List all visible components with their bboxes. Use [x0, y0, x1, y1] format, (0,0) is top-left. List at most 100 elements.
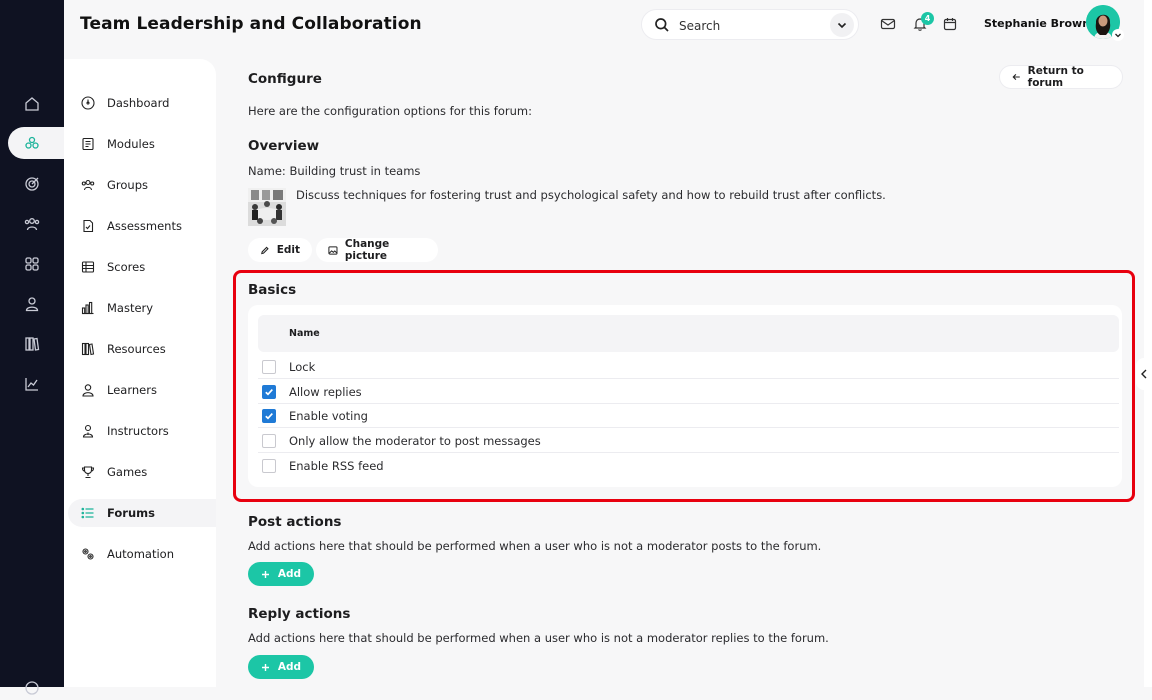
- pencil-icon: [261, 246, 269, 254]
- groups-icon: [80, 177, 96, 193]
- change-picture-label: Change picture: [344, 238, 390, 262]
- course-sidebar: Dashboard Modules Groups Assessments Sco…: [64, 59, 216, 687]
- edit-label: Edit: [276, 244, 300, 256]
- table-row: Allow replies: [258, 380, 1119, 404]
- option-label: Lock: [289, 360, 316, 374]
- enable-voting-checkbox[interactable]: [262, 409, 276, 423]
- sidebar-item-mastery[interactable]: Mastery: [68, 294, 216, 322]
- add-label: Add: [277, 568, 302, 580]
- sidebar-item-modules[interactable]: Modules: [68, 130, 216, 158]
- return-to-forum-label: Return to forum: [1027, 65, 1084, 89]
- sidebar-item-label: Scores: [107, 260, 146, 274]
- option-label: Enable voting: [289, 409, 368, 423]
- plus-icon: [261, 570, 269, 578]
- automation-icon: [80, 546, 96, 562]
- moderator-only-checkbox[interactable]: [262, 434, 276, 448]
- sidebar-item-learners[interactable]: Learners: [68, 376, 216, 404]
- post-actions-heading: Post actions: [248, 514, 342, 530]
- basics-heading: Basics: [248, 282, 297, 298]
- allow-replies-checkbox[interactable]: [262, 385, 276, 399]
- chart-line-icon[interactable]: [20, 372, 44, 396]
- check-icon: [265, 389, 273, 396]
- edit-button[interactable]: Edit: [248, 238, 312, 262]
- reply-actions-heading: Reply actions: [248, 606, 351, 622]
- sidebar-item-forums[interactable]: Forums: [68, 499, 216, 527]
- modules-icon: [80, 136, 96, 152]
- option-label: Only allow the moderator to post message…: [289, 434, 541, 448]
- lock-checkbox[interactable]: [262, 360, 276, 374]
- sidebar-item-scores[interactable]: Scores: [68, 253, 216, 281]
- page-title: Team Leadership and Collaboration: [80, 14, 422, 34]
- image-icon: [328, 245, 338, 255]
- person-icon[interactable]: [20, 292, 44, 316]
- return-to-forum-button[interactable]: Return to forum: [999, 65, 1123, 89]
- learners-icon: [80, 382, 96, 398]
- help-icon[interactable]: [20, 676, 44, 700]
- reply-actions-description: Add actions here that should be performe…: [248, 631, 829, 645]
- sidebar-item-label: Instructors: [107, 424, 169, 438]
- people-icon[interactable]: [20, 212, 44, 236]
- grid-icon[interactable]: [20, 252, 44, 276]
- add-post-action-button[interactable]: Add: [248, 562, 314, 586]
- sidebar-item-label: Groups: [107, 178, 149, 192]
- library-icon[interactable]: [20, 332, 44, 356]
- add-reply-action-button[interactable]: Add: [248, 655, 314, 679]
- avatar-dropdown-icon[interactable]: [1112, 29, 1124, 41]
- option-label: Allow replies: [289, 385, 362, 399]
- sidebar-item-groups[interactable]: Groups: [68, 171, 216, 199]
- sidebar-item-label: Assessments: [107, 219, 182, 233]
- sidebar-item-instructors[interactable]: Instructors: [68, 417, 216, 445]
- sidebar-item-label: Learners: [107, 383, 157, 397]
- scores-icon: [80, 259, 96, 275]
- chevron-left-icon: [1141, 369, 1147, 379]
- sidebar-item-label: Games: [107, 465, 148, 479]
- check-icon: [265, 413, 273, 420]
- search-bar[interactable]: [641, 9, 859, 40]
- sidebar-item-label: Modules: [107, 137, 155, 151]
- mail-icon[interactable]: [880, 16, 896, 32]
- forum-description: Discuss techniques for fostering trust a…: [296, 188, 886, 202]
- arrow-left-icon: [1012, 74, 1020, 80]
- option-label: Enable RSS feed: [289, 459, 384, 473]
- post-actions-description: Add actions here that should be performe…: [248, 539, 822, 553]
- right-edge: [1144, 0, 1152, 687]
- sidebar-item-label: Mastery: [107, 301, 154, 315]
- table-row: Enable RSS feed: [258, 454, 1119, 478]
- sidebar-item-label: Dashboard: [107, 96, 170, 110]
- sidebar-item-label: Forums: [107, 506, 155, 520]
- panel-toggle[interactable]: [1136, 358, 1152, 390]
- overview-heading: Overview: [248, 138, 320, 154]
- table-row: Only allow the moderator to post message…: [258, 429, 1119, 453]
- sidebar-item-label: Resources: [107, 342, 166, 356]
- sidebar-item-dashboard[interactable]: Dashboard: [68, 89, 216, 117]
- table-header: Name: [258, 315, 1119, 352]
- sidebar-item-assessments[interactable]: Assessments: [68, 212, 216, 240]
- resources-icon: [80, 341, 96, 357]
- notification-badge: 4: [921, 12, 934, 25]
- modules-hub-icon[interactable]: [20, 131, 44, 155]
- table-row: Enable voting: [258, 404, 1119, 428]
- plus-icon: [261, 663, 269, 671]
- column-header-name: Name: [289, 328, 320, 339]
- rss-feed-checkbox[interactable]: [262, 459, 276, 473]
- forum-picture: [248, 188, 286, 226]
- mastery-icon: [80, 300, 96, 316]
- calendar-icon[interactable]: [942, 16, 958, 32]
- sidebar-item-games[interactable]: Games: [68, 458, 216, 486]
- user-name[interactable]: Stephanie Brown: [984, 17, 1090, 30]
- sidebar-item-label: Automation: [107, 547, 174, 561]
- table-row: Lock: [258, 355, 1119, 379]
- target-icon[interactable]: [20, 172, 44, 196]
- dashboard-icon: [80, 95, 96, 111]
- search-input[interactable]: [677, 16, 821, 36]
- sidebar-item-resources[interactable]: Resources: [68, 335, 216, 363]
- instructors-icon: [80, 423, 96, 439]
- change-picture-button[interactable]: Change picture: [316, 238, 438, 262]
- sidebar-item-automation[interactable]: Automation: [68, 540, 216, 568]
- main-content: Configure Return to forum Here are the c…: [216, 59, 1144, 687]
- chevron-down-icon[interactable]: [830, 13, 854, 37]
- configure-heading: Configure: [248, 71, 322, 87]
- home-icon[interactable]: [20, 92, 44, 116]
- configure-intro: Here are the configuration options for t…: [248, 104, 532, 118]
- basics-options-table: Name Lock Allow replies Enable voting On…: [248, 305, 1122, 487]
